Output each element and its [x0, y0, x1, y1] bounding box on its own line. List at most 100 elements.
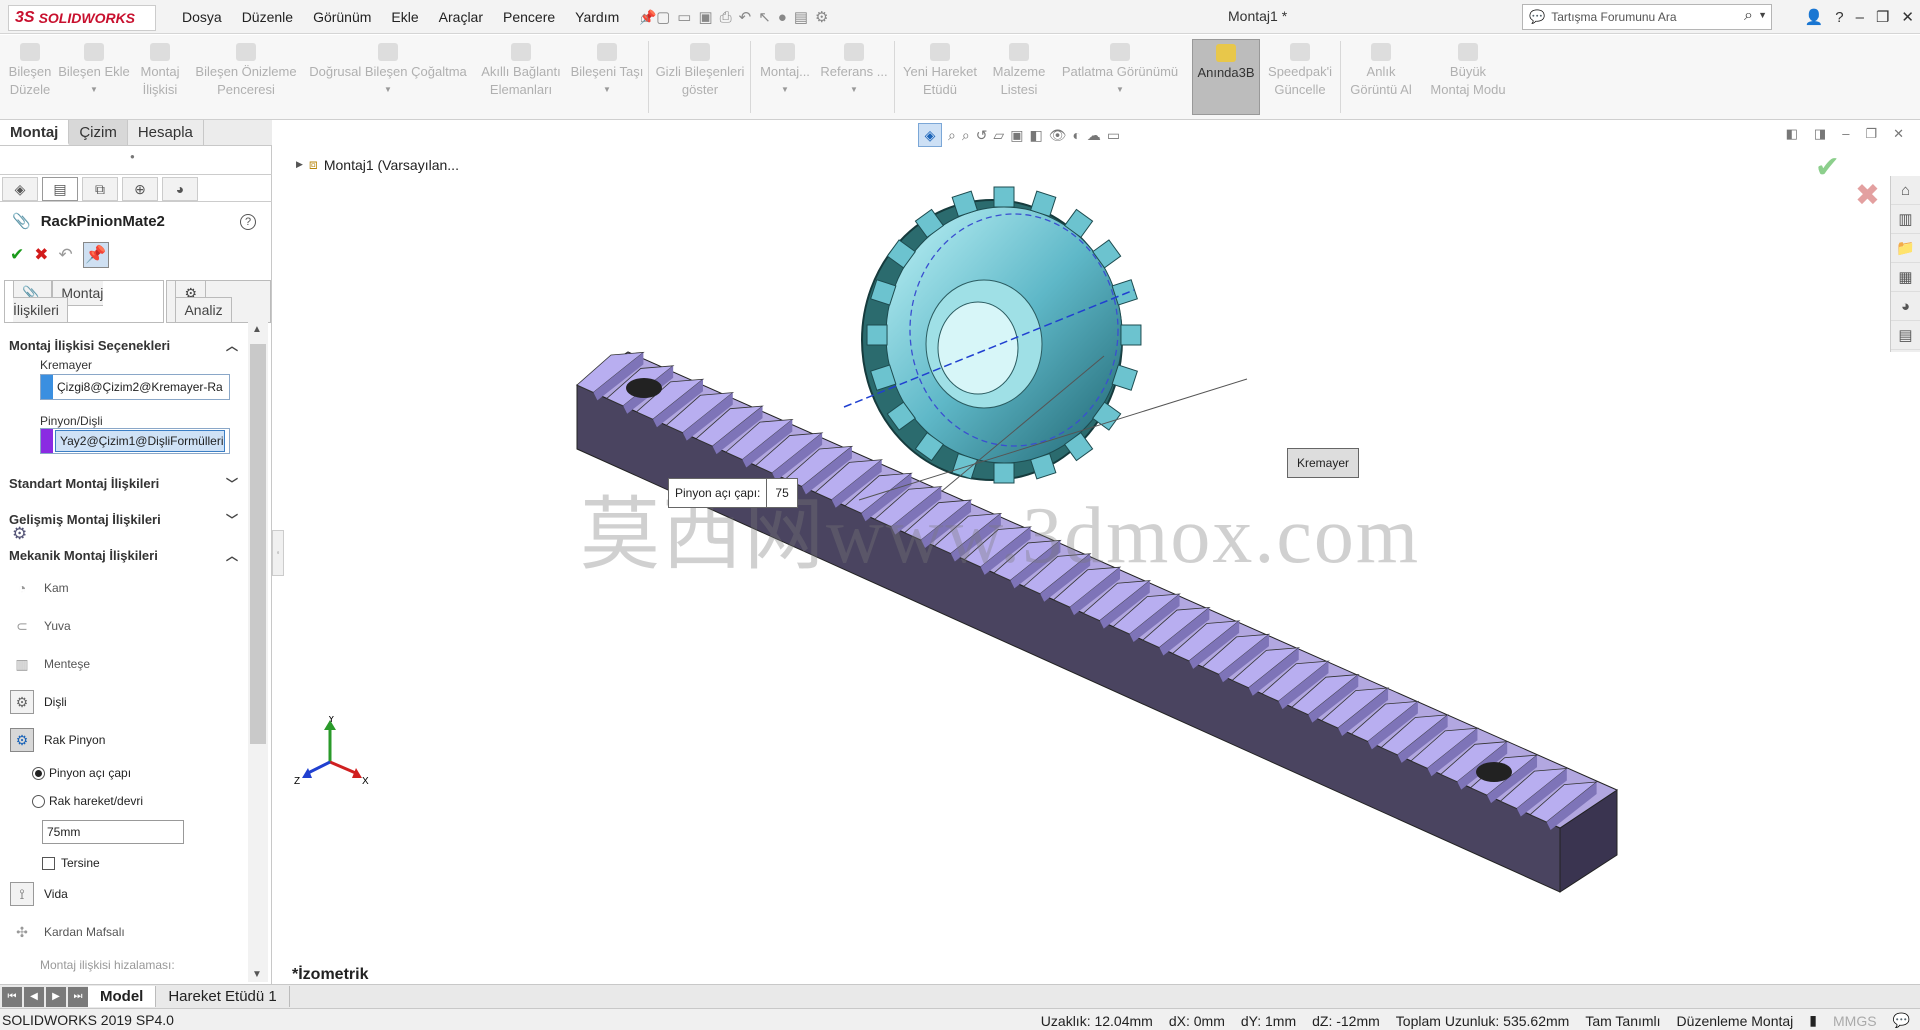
reverse-checkbox[interactable]: Tersine: [42, 856, 100, 870]
large-assembly-mode-button[interactable]: Büyük Montaj Modu: [1422, 43, 1514, 99]
menu-dosya[interactable]: Dosya: [172, 9, 232, 25]
checkbox[interactable]: [42, 856, 55, 870]
close-icon[interactable]: ✕: [1901, 8, 1914, 26]
units-selector[interactable]: MMGS: [1833, 1013, 1877, 1029]
rack-callout[interactable]: Kremayer: [1287, 448, 1359, 478]
chevron-down-icon[interactable]: ▼: [1758, 10, 1767, 20]
view-settings-icon[interactable]: ▭: [1107, 127, 1120, 144]
apply-scene-icon[interactable]: ☁: [1087, 127, 1101, 144]
save-icon[interactable]: ▣: [698, 8, 712, 26]
undo-icon[interactable]: ↶: [739, 8, 752, 26]
section-view-icon[interactable]: ▱: [993, 127, 1004, 144]
radio-rack-travel[interactable]: Rak hareket/devri: [32, 794, 143, 808]
cancel-x-icon[interactable]: ✖: [34, 245, 48, 265]
solidworks-resources-icon[interactable]: ⌂: [1891, 176, 1920, 205]
mate-button[interactable]: Montaj İlişkisi: [134, 43, 186, 99]
pm-scrollbar[interactable]: ▲ ▼: [248, 322, 268, 982]
smart-fasteners-button[interactable]: Akıllı Bağlantı Elemanları: [476, 43, 566, 99]
restore-icon[interactable]: ❐: [1865, 126, 1877, 142]
tab-cizim[interactable]: Çizim: [69, 120, 128, 145]
previous-view-icon[interactable]: ↺: [976, 127, 988, 144]
minimize-icon[interactable]: –: [1842, 126, 1849, 142]
tab-analysis[interactable]: ⚙ Analiz: [166, 280, 271, 323]
hide-show-items-icon[interactable]: 👁: [1049, 127, 1067, 144]
mate-hinge[interactable]: ▥ Menteşe: [10, 652, 90, 676]
featuremanager-tab-icon[interactable]: ◈: [2, 177, 38, 201]
graphics-area[interactable]: 莫西网www.3dmox.com Pinyon açı çapı: 75 Kre…: [284, 120, 1920, 984]
bill-of-materials-button[interactable]: Malzeme Listesi: [986, 43, 1052, 99]
menu-duzenle[interactable]: Düzenle: [232, 9, 303, 25]
print-icon[interactable]: ⎙: [720, 9, 732, 26]
mate-cam[interactable]: ◔ Kam: [10, 576, 69, 600]
mate-universal-joint[interactable]: ✣ Kardan Mafsalı: [10, 920, 125, 944]
rack-selection-field[interactable]: Çizgi8@Çizim2@Kremayer-Ra: [40, 374, 230, 400]
mate-slot[interactable]: ⊂ Yuva: [10, 614, 71, 638]
user-icon[interactable]: 👤: [1805, 8, 1824, 26]
last-tab-icon[interactable]: ⏭: [68, 986, 88, 1007]
tab-hesapla[interactable]: Hesapla: [128, 120, 204, 145]
instant3d-button[interactable]: Anında3B: [1192, 39, 1260, 115]
new-motion-study-button[interactable]: Yeni Hareket Etüdü: [898, 43, 982, 99]
tile-right-icon[interactable]: ◨: [1814, 126, 1826, 142]
pitch-diameter-input[interactable]: 75mm: [42, 820, 184, 844]
show-hidden-components-button[interactable]: Gizli Bileşenleri göster: [652, 43, 748, 99]
search-icon[interactable]: ⌕: [1744, 7, 1753, 25]
help-icon[interactable]: ?: [1835, 9, 1843, 26]
flyout-feature-tree[interactable]: ▶ ⧈ Montaj1 (Varsayılan...: [296, 156, 459, 173]
tab-mates[interactable]: 📎 Montaj İlişkileri: [4, 280, 165, 323]
section-mate-options[interactable]: Montaj İlişkisi Seçenekleri ︿: [0, 332, 246, 358]
tab-model[interactable]: Model: [88, 986, 157, 1007]
rebuild-icon[interactable]: ●: [778, 9, 787, 26]
mate-screw[interactable]: ⟟ Vida: [10, 882, 68, 906]
file-properties-icon[interactable]: ▤: [794, 8, 808, 26]
zoom-to-fit-icon[interactable]: ⌕: [948, 127, 956, 144]
ok-check-icon[interactable]: ✔: [10, 245, 24, 265]
take-snapshot-button[interactable]: Anlık Görüntü Al: [1344, 43, 1418, 99]
file-explorer-icon[interactable]: 📁: [1891, 234, 1920, 263]
undo-icon[interactable]: ↶: [59, 245, 73, 265]
pinion-diameter-callout[interactable]: Pinyon açı çapı: 75: [668, 478, 798, 508]
menu-gorunum[interactable]: Görünüm: [303, 9, 381, 25]
search-box[interactable]: 💬 Tartışma Forumunu Ara ⌕ ▼: [1522, 4, 1772, 30]
update-speedpak-button[interactable]: Speedpak'i Güncelle: [1264, 43, 1336, 99]
restore-icon[interactable]: ❐: [1876, 8, 1889, 26]
zoom-to-area-icon[interactable]: ⌕: [962, 127, 970, 144]
design-library-icon[interactable]: ▥: [1891, 205, 1920, 234]
radio-button[interactable]: [32, 794, 45, 808]
menu-araclar[interactable]: Araçlar: [429, 9, 493, 25]
chat-icon[interactable]: 💬: [1893, 1012, 1910, 1029]
tab-motion-study[interactable]: Hareket Etüdü 1: [156, 986, 290, 1007]
configurationmanager-tab-icon[interactable]: ⧉: [82, 177, 118, 201]
next-tab-icon[interactable]: ▶: [46, 986, 66, 1007]
scroll-down-icon[interactable]: ▼: [252, 969, 262, 980]
pinion-selection-field[interactable]: Yay2@Çizim1@DişliFormülleri: [40, 428, 230, 454]
edit-appearance-icon[interactable]: ◐: [1072, 127, 1080, 143]
panel-grip[interactable]: ●: [130, 152, 135, 161]
scroll-up-icon[interactable]: ▲: [252, 324, 262, 335]
callout-value[interactable]: 75: [766, 479, 796, 507]
minimize-icon[interactable]: –: [1856, 9, 1864, 26]
propertymanager-tab-icon[interactable]: ▤: [42, 177, 78, 201]
radio-pinion-pitch-diameter[interactable]: Pinyon açı çapı: [32, 766, 131, 780]
radio-button[interactable]: [32, 766, 45, 780]
keep-visible-pin-icon[interactable]: 📌: [82, 242, 109, 268]
assembly-features-button[interactable]: Montaj... ▼: [754, 43, 816, 99]
open-icon[interactable]: ▭: [677, 8, 691, 26]
mate-rack-pinion[interactable]: ⚙ Rak Pinyon: [10, 728, 105, 752]
display-style-icon[interactable]: ◧: [1029, 127, 1042, 144]
reference-geometry-button[interactable]: Referans ... ▼: [818, 43, 890, 99]
first-tab-icon[interactable]: ⏮: [2, 986, 22, 1007]
appearances-icon[interactable]: ◕: [1891, 292, 1920, 321]
new-document-icon[interactable]: ▢: [656, 8, 670, 26]
home-icon[interactable]: ⌂: [640, 9, 649, 26]
close-icon[interactable]: ✕: [1893, 126, 1904, 142]
move-component-button[interactable]: Bileşeni Taşı ▼: [568, 43, 646, 99]
section-mechanical-mates[interactable]: Mekanik Montaj İlişkileri ︿: [0, 542, 246, 568]
edit-component-button[interactable]: Bileşen Düzele: [4, 43, 56, 99]
tile-left-icon[interactable]: ◧: [1786, 126, 1798, 142]
appearance-tab-icon[interactable]: ◕: [162, 177, 198, 201]
menu-yardim[interactable]: Yardım: [565, 9, 629, 25]
custom-properties-icon[interactable]: ▤: [1891, 321, 1920, 350]
confirm-check-icon[interactable]: ✔: [1815, 150, 1840, 185]
insert-component-button[interactable]: Bileşen Ekle ▼: [58, 43, 130, 99]
